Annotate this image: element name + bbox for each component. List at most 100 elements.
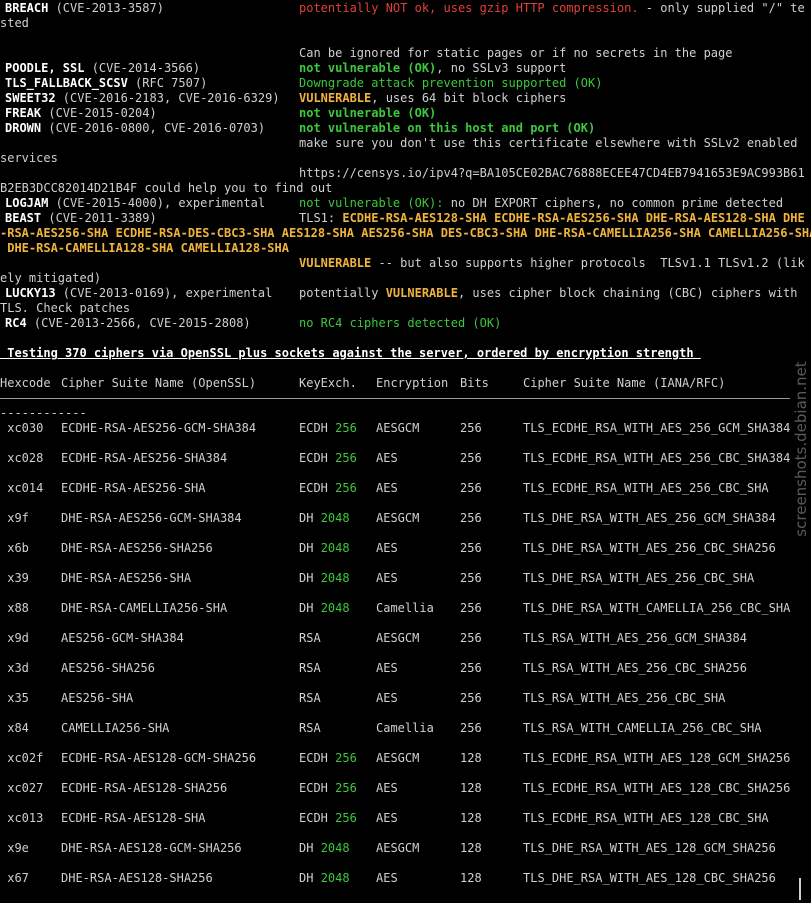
cipher-name: DHE-RSA-AES128-SHA256 xyxy=(61,871,213,885)
cipher-encryption: AES xyxy=(376,571,398,585)
cipher-hex: x9d xyxy=(0,631,29,645)
table-header-kx: KeyExch. xyxy=(299,376,357,390)
keyexch-bits: 2048 xyxy=(320,511,350,525)
keyexch-bits: 2048 xyxy=(320,871,350,885)
vuln-label: FREAK (CVE-2015-0204) xyxy=(5,106,157,121)
table-row: x9e DHE-RSA-AES128-GCM-SHA256 DH 2048 AESGC… xyxy=(0,841,790,856)
cipher-hex: xc02f xyxy=(0,751,44,765)
cipher-name: ECDHE-RSA-AES256-SHA384 xyxy=(61,451,228,465)
cipher-hex: x67 xyxy=(0,871,29,885)
cipher-name: DHE-RSA-AES256-SHA xyxy=(61,571,192,585)
keyexch-bits: 256 xyxy=(335,451,357,465)
keyexch-type: ECDH xyxy=(299,811,328,825)
table-row: x3d AES256-SHA256 RSA AES 256 TLS_RSA_WITH_AE… xyxy=(0,661,790,676)
keyexch-space xyxy=(313,571,320,585)
cipher-bits: 128 xyxy=(460,751,482,765)
cipher-keyexch: DH 2048 xyxy=(299,601,350,616)
cipher-keyexch: DH 2048 xyxy=(299,871,350,886)
vuln-name: BREACH xyxy=(5,1,49,15)
vuln-label: BREACH (CVE-2013-3587) xyxy=(5,1,164,16)
watermark: screenshots.debian.net xyxy=(791,330,810,570)
vuln-cve: (RFC 7507) xyxy=(127,76,208,90)
cipher-keyexch: DH 2048 xyxy=(299,571,350,586)
table-row: x67 DHE-RSA-AES128-SHA256 DH 2048 AES 128 TLS… xyxy=(0,871,790,886)
result-seg: , uses 64 bit block ciphers xyxy=(371,91,567,105)
cipher-encryption: AESGCM xyxy=(376,511,420,525)
vuln-result: no RC4 ciphers detected (OK) xyxy=(299,316,501,331)
wrapped-line: TLS. Check patches xyxy=(0,301,131,315)
table-row: xc013 ECDHE-RSA-AES128-SHA ECDH 256 AES 128 T… xyxy=(0,811,790,826)
vuln-label: DROWN (CVE-2016-0800, CVE-2016-0703) xyxy=(5,121,265,136)
vuln-result: VULNERABLE, uses 64 bit block ciphers xyxy=(299,91,566,106)
cipher-iana-name: TLS_ECDHE_RSA_WITH_AES_128_GCM_SHA256 xyxy=(523,751,791,765)
result-seg: no DH EXPORT ciphers, no common prime de… xyxy=(443,196,784,210)
table-row: xc027 ECDHE-RSA-AES128-SHA256 ECDH 256 AES 1… xyxy=(0,781,790,796)
cipher-encryption: AES xyxy=(376,811,398,825)
cipher-iana-name: TLS_RSA_WITH_CAMELLIA_256_CBC_SHA xyxy=(523,721,762,735)
table-row: x6b DHE-RSA-AES256-SHA256 DH 2048 AES 256 TLS… xyxy=(0,541,790,556)
scrollbar[interactable] xyxy=(799,878,801,900)
table-row: x9f DHE-RSA-AES256-GCM-SHA384 DH 2048 AESGC… xyxy=(0,511,790,526)
keyexch-type: RSA xyxy=(299,631,321,645)
vuln-result: not vulnerable (OK): no DH EXPORT cipher… xyxy=(299,196,783,211)
cipher-iana-name: TLS_DHE_RSA_WITH_AES_256_CBC_SHA256 xyxy=(523,541,776,555)
cipher-name: AES256-SHA xyxy=(61,691,134,705)
cipher-keyexch: ECDH 256 xyxy=(299,781,357,796)
cipher-keyexch: ECDH 256 xyxy=(299,811,357,826)
wrapped-line: DHE-RSA-CAMELLIA128-SHA CAMELLIA128-SHA xyxy=(0,241,289,256)
result-seg: Downgrade attack prevention supported (O… xyxy=(299,76,603,90)
result-seg: ECDHE-RSA-AES128-SHA ECDHE-RSA-AES256-SH… xyxy=(342,211,805,225)
vuln-result: TLS1: ECDHE-RSA-AES128-SHA ECDHE-RSA-AES… xyxy=(299,211,805,226)
wrapped-seg: DHE-RSA-CAMELLIA128-SHA CAMELLIA128-SHA xyxy=(0,241,289,255)
cipher-encryption: AESGCM xyxy=(376,421,420,435)
cipher-iana-name: TLS_RSA_WITH_AES_256_CBC_SHA256 xyxy=(523,661,747,675)
cipher-bits: 128 xyxy=(460,811,482,825)
vuln-result: not vulnerable (OK) xyxy=(299,106,436,121)
cipher-encryption: AESGCM xyxy=(376,841,420,855)
table-row: xc014 ECDHE-RSA-AES256-SHA ECDH 256 AES 256 T… xyxy=(0,481,790,496)
cipher-encryption: AES xyxy=(376,871,398,885)
result-seg: not vulnerable (OK): xyxy=(299,196,444,210)
result-seg: not vulnerable (OK) xyxy=(299,61,437,75)
vuln-label: LOGJAM (CVE-2015-4000), experimental xyxy=(5,196,265,211)
cipher-bits: 256 xyxy=(460,541,482,555)
cipher-encryption: AES xyxy=(376,481,398,495)
result-seg: potentially xyxy=(299,286,386,300)
cipher-hex: x88 xyxy=(0,601,29,615)
cipher-name: ECDHE-RSA-AES256-SHA xyxy=(61,481,206,495)
cipher-hex: xc027 xyxy=(0,781,44,795)
vuln-label: POODLE, SSL (CVE-2014-3566) xyxy=(5,61,200,76)
vuln-result: VULNERABLE -- but also supports higher p… xyxy=(299,256,805,271)
cipher-hex: xc030 xyxy=(0,421,44,435)
result-seg: TLS1: xyxy=(299,211,343,225)
keyexch-space xyxy=(313,601,320,615)
cipher-keyexch: ECDH 256 xyxy=(299,481,357,496)
vuln-label: TLS_FALLBACK_SCSV (RFC 7507) xyxy=(5,76,207,91)
vuln-label: RC4 (CVE-2013-2566, CVE-2015-2808) xyxy=(5,316,251,331)
result-seg: not vulnerable on this host and port (OK… xyxy=(299,121,596,135)
vuln-result: Downgrade attack prevention supported (O… xyxy=(299,76,602,91)
result-seg: VULNERABLE xyxy=(385,286,458,300)
result-seg: , no SSLv3 support xyxy=(436,61,567,75)
cipher-bits: 256 xyxy=(460,421,482,435)
cipher-encryption: Camellia xyxy=(376,601,434,615)
cipher-hex: xc014 xyxy=(0,481,44,495)
cipher-keyexch: ECDH 256 xyxy=(299,751,357,766)
keyexch-space xyxy=(313,541,320,555)
vuln-name: LUCKY13 xyxy=(5,286,56,300)
vuln-name: BEAST xyxy=(5,211,42,225)
cipher-encryption: Camellia xyxy=(376,721,434,735)
table-row: xc028 ECDHE-RSA-AES256-SHA384 ECDH 256 AES 2… xyxy=(0,451,790,466)
keyexch-type: ECDH xyxy=(299,781,328,795)
cipher-bits: 256 xyxy=(460,601,482,615)
cipher-hex: x3d xyxy=(0,661,29,675)
cipher-bits: 256 xyxy=(460,691,482,705)
vuln-name: SWEET32 xyxy=(5,91,56,105)
cipher-keyexch: ECDH 256 xyxy=(299,421,357,436)
vuln-name: FREAK xyxy=(5,106,42,120)
cipher-encryption: AES xyxy=(376,691,398,705)
table-row: x39 DHE-RSA-AES256-SHA DH 2048 AES 256 TLS_DH… xyxy=(0,571,790,586)
cipher-bits: 128 xyxy=(460,841,482,855)
keyexch-type: ECDH xyxy=(299,751,328,765)
vuln-cve: (CVE-2013-0169), experimental xyxy=(55,286,273,300)
